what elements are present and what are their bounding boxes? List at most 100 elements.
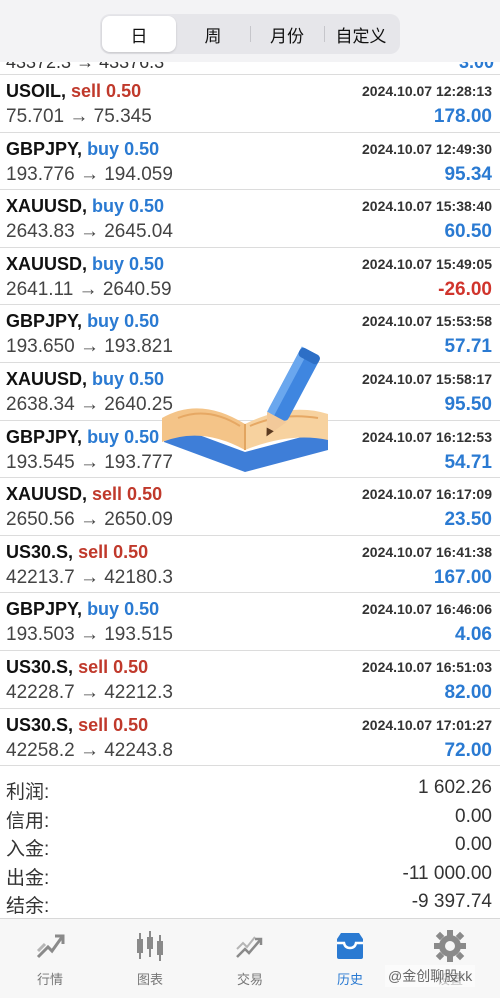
symbol-text: US30.S, (6, 656, 74, 677)
symbol-text: US30.S, (6, 714, 74, 735)
tab-label: 交易 (236, 972, 263, 987)
trade-row[interactable]: US30.S, sell 0.50 2024.10.07 17:01:27 42… (0, 709, 500, 767)
trade-prices: 75.701 → 75.345 (6, 106, 152, 127)
trade-symbol: US30.S, sell 0.50 (6, 657, 148, 678)
trade-prices: 193.650 → 193.821 (6, 336, 173, 358)
summary-value: 0.00 (455, 805, 492, 827)
trade-time: 2024.10.07 16:41:38 (362, 543, 492, 560)
account-summary: 利润: 1 602.26 信用: 0.00 入金: 0.00 出金: -11 0… (0, 774, 500, 917)
symbol-text: GBPJPY, (6, 311, 83, 332)
trade-profit: 95.50 (444, 393, 492, 415)
symbol-text: GBPJPY, (6, 599, 83, 620)
trade-symbol: USOIL, sell 0.50 (6, 81, 141, 102)
summary-label: 入金: (6, 839, 50, 860)
trade-side: buy 0.50 (87, 426, 160, 447)
trade-prices: 193.776 → 194.059 (6, 163, 173, 185)
symbol-text: GBPJPY, (6, 138, 83, 159)
tab-trade[interactable]: 交易 (200, 919, 300, 998)
trade-profit: 178.00 (433, 106, 492, 127)
trade-time: 2024.10.07 12:28:13 (362, 83, 492, 99)
trade-profit: 60.50 (444, 221, 492, 243)
trade-prices: 2643.83 → 2645.04 (6, 221, 173, 243)
trade-row[interactable]: US30.S, sell 0.50 2024.10.07 16:51:03 42… (0, 651, 500, 709)
trade-profit: 95.34 (444, 163, 492, 185)
symbol-text: GBPJPY, (6, 426, 83, 447)
chart-icon (137, 931, 163, 961)
trade-time: 2024.10.07 16:51:03 (362, 658, 492, 675)
trade-symbol: GBPJPY, buy 0.50 (6, 139, 159, 160)
trade-symbol: XAUUSD, buy 0.50 (6, 196, 164, 217)
trade-prices: 2650.56 → 2650.09 (6, 509, 173, 531)
trade-symbol: GBPJPY, buy 0.50 (6, 599, 159, 620)
symbol-text: XAUUSD, (6, 368, 88, 389)
trade-side: buy 0.50 (87, 138, 160, 159)
settings-icon (434, 930, 466, 962)
summary-profit: 利润: 1 602.26 (0, 774, 500, 803)
summary-credit: 信用: 0.00 (0, 803, 500, 832)
symbol-text: XAUUSD, (6, 196, 88, 217)
summary-label: 利润: (6, 782, 50, 803)
trade-row[interactable]: XAUUSD, buy 0.50 2024.10.07 15:49:05 264… (0, 248, 500, 306)
trade-symbol: US30.S, sell 0.50 (6, 542, 148, 563)
symbol-text: XAUUSD, (6, 253, 88, 274)
trade-row[interactable]: USOIL, sell 0.50 2024.10.07 12:28:13 75.… (0, 75, 500, 133)
tab-quotes[interactable]: 行情 (0, 919, 100, 998)
summary-value: -11 000.00 (402, 862, 492, 884)
trade-prices: 2641.11 → 2640.59 (6, 278, 172, 300)
trade-row[interactable]: GBPJPY, buy 0.50 2024.10.07 12:49:30 193… (0, 133, 500, 191)
trade-time: 2024.10.07 15:53:58 (362, 313, 492, 330)
tab-day[interactable]: 日 (102, 16, 176, 52)
tab-chart[interactable]: 图表 (100, 919, 200, 998)
tab-custom[interactable]: 自定义 (324, 16, 398, 52)
history-icon (337, 933, 363, 959)
trade-row[interactable]: GBPJPY, buy 0.50 2024.10.07 16:46:06 193… (0, 593, 500, 651)
quotes-icon (36, 934, 65, 959)
summary-label: 出金: (6, 867, 50, 889)
trade-prices: 42228.7 → 42212.3 (6, 681, 173, 703)
trade-side: sell 0.50 (78, 714, 149, 735)
summary-value: 1 602.26 (418, 777, 492, 798)
trade-symbol: XAUUSD, buy 0.50 (6, 254, 164, 275)
trade-symbol: XAUUSD, sell 0.50 (6, 484, 162, 505)
trade-side: sell 0.50 (78, 656, 149, 677)
trade-row[interactable]: XAUUSD, buy 0.50 2024.10.07 15:38:40 264… (0, 190, 500, 248)
trade-icon (236, 936, 263, 958)
trade-side: buy 0.50 (92, 196, 165, 217)
summary-withdrawal: 出金: -11 000.00 (0, 860, 500, 889)
book-pencil-sticker-icon (162, 346, 328, 472)
tab-week[interactable]: 周 (176, 16, 250, 52)
trade-profit: 23.50 (444, 509, 492, 531)
tab-label: 行情 (36, 972, 63, 987)
trade-side: buy 0.50 (87, 599, 160, 620)
symbol-text: US30.S, (6, 541, 74, 562)
summary-deposit: 入金: 0.00 (0, 831, 500, 860)
period-segmented-control: 日 周 月份 自定义 (100, 14, 400, 54)
trade-profit: 167.00 (433, 566, 492, 588)
tab-label: 历史 (336, 972, 363, 987)
symbol-text: USOIL, (6, 81, 67, 101)
trade-time: 2024.10.07 17:01:27 (362, 716, 492, 733)
symbol-text: XAUUSD, (6, 484, 88, 505)
period-selector-bar: 日 周 月份 自定义 (0, 0, 500, 62)
trade-time: 2024.10.07 16:17:09 (362, 486, 492, 503)
trade-time: 2024.10.07 15:58:17 (362, 370, 492, 387)
trade-prices: 193.545 → 193.777 (6, 451, 173, 473)
trade-profit: 57.71 (444, 336, 492, 358)
tab-month[interactable]: 月份 (250, 16, 324, 52)
summary-value: 0.00 (455, 834, 492, 855)
summary-balance: 结余: -9 397.74 (0, 888, 500, 917)
trade-profit: 82.00 (444, 681, 492, 703)
trade-prices: 42213.7 → 42180.3 (6, 566, 173, 588)
trade-side: sell 0.50 (78, 541, 149, 562)
trade-side: buy 0.50 (92, 253, 165, 274)
trade-prices: 42258.2 → 42243.8 (6, 739, 173, 761)
summary-value: -9 397.74 (411, 891, 492, 912)
trade-profit: 72.00 (444, 739, 492, 761)
trade-symbol: XAUUSD, buy 0.50 (6, 369, 164, 390)
trade-row[interactable]: US30.S, sell 0.50 2024.10.07 16:41:38 42… (0, 536, 500, 594)
trade-profit: 4.06 (455, 624, 492, 646)
trade-symbol: GBPJPY, buy 0.50 (6, 427, 159, 448)
trade-symbol: US30.S, sell 0.50 (6, 715, 148, 736)
watermark-text: @金创聊股kk (385, 965, 476, 987)
summary-label: 信用: (6, 810, 50, 832)
